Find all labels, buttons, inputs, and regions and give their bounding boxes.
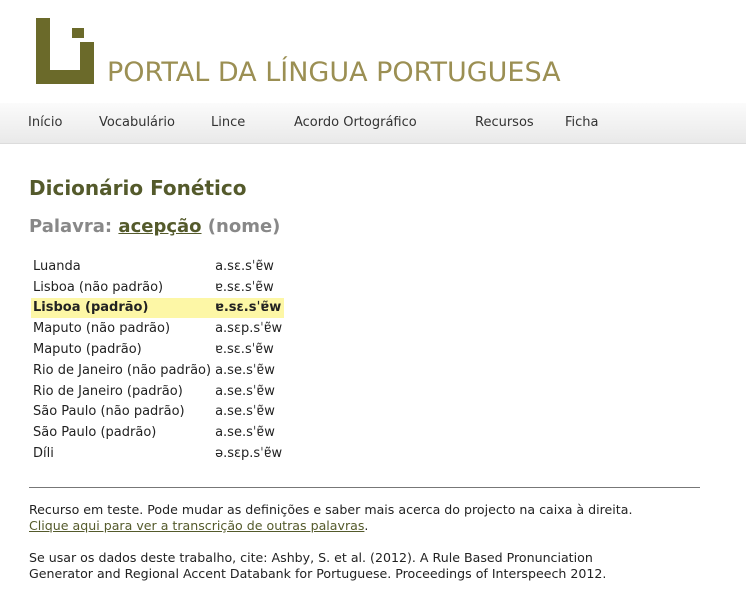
region-cell: Luanda [33, 258, 81, 274]
test-resource-note: Recurso em teste. Pode mudar as definiçõ… [29, 502, 633, 517]
table-row: Rio de Janeiro (não padrão) a.se.sˈɐ̃w [31, 360, 284, 381]
main-navbar: Início Vocabulário Lince Acordo Ortográf… [0, 103, 746, 144]
table-row: Díli ə.sɛp.sˈɐ̃w [31, 443, 284, 464]
word-class: (nome) [207, 216, 281, 237]
site-header: PORTAL DA LÍNGUA PORTUGUESA [0, 0, 746, 103]
citation: Se usar os dados deste trabalho, cite: A… [29, 550, 606, 582]
region-cell: Díli [33, 446, 54, 462]
transcription-cell: a.se.sˈɐ̃w [215, 425, 275, 441]
region-cell: Lisboa (padrão) [31, 297, 214, 319]
transcription-cell: ə.sɛp.sˈɐ̃w [215, 446, 283, 462]
section-divider [29, 487, 700, 488]
word-label: Palavra: [29, 216, 113, 237]
transcription-cell: a.se.sˈɐ̃w [215, 404, 275, 420]
region-cell: Rio de Janeiro (padrão) [33, 383, 183, 399]
citation-line-2: Generator and Regional Accent Databank f… [29, 566, 607, 581]
table-row: São Paulo (padrão) a.se.sˈɐ̃w [31, 422, 284, 443]
table-row: Maputo (não padrão) a.sɛp.sˈɐ̃w [31, 318, 284, 339]
site-title[interactable]: PORTAL DA LÍNGUA PORTUGUESA [107, 57, 561, 88]
pronunciation-table: Luanda a.sɛ.sˈɐ̃w Lisboa (não padrão) ɐ.… [31, 256, 285, 464]
transcription-cell: a.sɛ.sˈɐ̃w [215, 258, 274, 274]
table-row: Rio de Janeiro (padrão) a.se.sˈɐ̃w [31, 381, 284, 402]
region-cell: Maputo (não padrão) [33, 321, 171, 337]
page-title: Dicionário Fonético [29, 176, 247, 200]
nav-item-vocabulario[interactable]: Vocabulário [99, 115, 175, 130]
link-suffix: . [364, 518, 369, 533]
table-row: Luanda a.sɛ.sˈɐ̃w [31, 256, 284, 277]
footer-note: Recurso em teste. Pode mudar as definiçõ… [29, 502, 632, 534]
nav-item-ficha[interactable]: Ficha [565, 115, 599, 130]
transcription-cell: ɐ.sɛ.sˈɐ̃w [215, 279, 274, 295]
transcription-cell: a.se.sˈɐ̃w [215, 383, 275, 399]
citation-line-1: Se usar os dados deste trabalho, cite: A… [29, 550, 593, 565]
word-link[interactable]: acepção [118, 216, 201, 237]
transcription-cell: ɐ.sɛ.sˈɐ̃w [213, 297, 285, 319]
other-words-link[interactable]: Clique aqui para ver a transcrição de ou… [29, 518, 364, 533]
region-cell: Rio de Janeiro (não padrão) [33, 362, 212, 378]
table-row: Maputo (padrão) ɐ.sɛ.sˈɐ̃w [31, 339, 284, 360]
region-cell: Lisboa (não padrão) [33, 279, 164, 295]
nav-item-acordo-ortografico[interactable]: Acordo Ortográfico [294, 115, 417, 130]
table-row: São Paulo (não padrão) a.se.sˈɐ̃w [31, 402, 284, 423]
portal-logo-icon[interactable] [36, 18, 94, 84]
region-cell: São Paulo (não padrão) [33, 404, 185, 420]
table-row: Lisboa (não padrão) ɐ.sɛ.sˈɐ̃w [31, 277, 284, 298]
nav-item-inicio[interactable]: Início [28, 115, 62, 130]
transcription-cell: ɐ.sɛ.sˈɐ̃w [215, 342, 274, 358]
word-heading: Palavra: acepção (nome) [29, 216, 280, 237]
nav-item-lince[interactable]: Lince [211, 115, 245, 130]
table-row-highlighted: Lisboa (padrão) ɐ.sɛ.sˈɐ̃w [31, 297, 285, 319]
transcription-cell: a.sɛp.sˈɐ̃w [215, 321, 283, 337]
transcription-cell: a.se.sˈɐ̃w [215, 362, 275, 378]
other-words-line: Clique aqui para ver a transcrição de ou… [29, 518, 632, 534]
region-cell: São Paulo (padrão) [33, 425, 157, 441]
region-cell: Maputo (padrão) [33, 342, 142, 358]
nav-item-recursos[interactable]: Recursos [475, 115, 534, 130]
